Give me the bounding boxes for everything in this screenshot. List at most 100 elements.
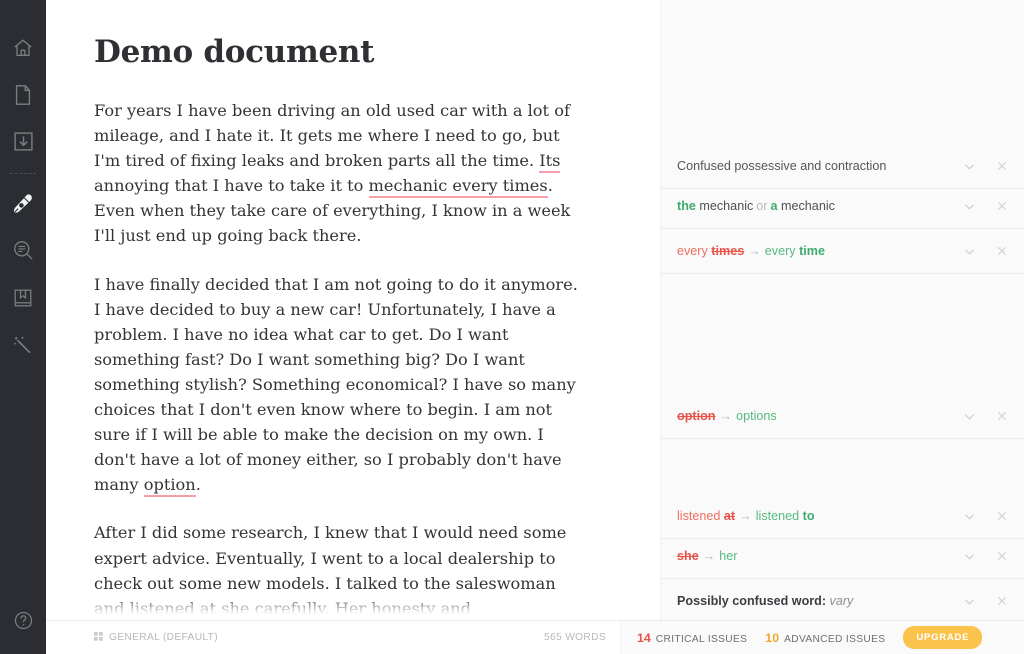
suggestion-card[interactable]: listened at → listened to	[661, 494, 1024, 539]
error-highlight[interactable]: listened at	[129, 598, 217, 621]
suggestion-token-add: a	[770, 199, 778, 213]
suggestion-token-add: time	[799, 244, 825, 258]
suggestion-token-add-plain: options	[736, 409, 777, 423]
suggestion-actions	[955, 550, 1008, 563]
status-bar-left: GENERAL (DEFAULT) 565 WORDS	[46, 621, 620, 654]
suggestion-token-del-plain: listened	[677, 509, 724, 523]
close-icon[interactable]	[995, 410, 1008, 423]
document-paragraph: I have finally decided that I am not goi…	[94, 272, 586, 498]
dictionary-icon	[12, 287, 34, 309]
critical-issues-label: CRITICAL ISSUES	[655, 633, 748, 645]
suggestion-token-neutral: mechanic	[777, 199, 835, 213]
suggestion-text: Possibly confused word: vary	[677, 594, 955, 608]
suggestion-token-add: to	[802, 509, 815, 523]
grid-icon	[94, 631, 103, 644]
error-highlight[interactable]: Its	[539, 151, 561, 174]
document-canvas[interactable]: Demo document For years I have been driv…	[46, 0, 660, 654]
suggestion-card[interactable]: the mechanic or a mechanic	[661, 184, 1024, 229]
suggestion-token-add-plain: every	[764, 244, 800, 258]
text-run: .	[195, 475, 201, 495]
suggestion-token-or: or	[756, 199, 768, 213]
suggestion-card[interactable]: Confused possessive and contraction	[661, 144, 1024, 189]
suggestion-text: listened at → listened to	[677, 509, 955, 523]
suggestion-token-neutral: mechanic	[695, 199, 754, 213]
suggestion-token-arrow: →	[748, 244, 761, 258]
suggestion-token-del: times	[711, 244, 745, 258]
chevron-down-icon[interactable]	[963, 200, 976, 213]
suggestion-actions	[955, 245, 1008, 258]
suggestion-token-arrow: →	[739, 509, 752, 523]
pen-icon	[11, 192, 35, 216]
document-body[interactable]: For years I have been driving an old use…	[94, 98, 660, 654]
nav-analysis[interactable]	[0, 227, 46, 274]
nav-write[interactable]	[0, 180, 46, 227]
suggestion-text: option → options	[677, 409, 955, 423]
writing-goal-selector[interactable]: GENERAL (DEFAULT)	[94, 631, 218, 644]
suggestion-text: every times → every time	[677, 244, 955, 258]
advanced-issues-count: 10	[765, 630, 780, 645]
home-icon	[12, 37, 34, 59]
suggestion-token-ital: vary	[829, 594, 854, 608]
suggestions-panel: Confused possessive and contraction the m…	[660, 0, 1024, 654]
nav-documents[interactable]	[0, 71, 46, 118]
left-nav-rail	[0, 0, 46, 654]
word-count: 565 WORDS	[543, 632, 606, 643]
analysis-icon	[12, 239, 35, 262]
suggestion-token-head: Confused possessive and contraction	[677, 159, 887, 173]
nav-help[interactable]	[0, 597, 46, 644]
critical-issues-count: 14	[637, 630, 651, 645]
suggestion-text: Confused possessive and contraction	[677, 159, 955, 173]
document-paragraph: For years I have been driving an old use…	[94, 98, 586, 249]
close-icon[interactable]	[995, 160, 1008, 173]
suggestion-token-del: at	[723, 509, 736, 523]
suggestion-card[interactable]: Possibly confused word: vary	[661, 579, 1024, 624]
nav-dictionary[interactable]	[0, 274, 46, 321]
suggestion-actions	[955, 595, 1008, 608]
suggestion-text: she → her	[677, 549, 955, 563]
error-highlight[interactable]: she	[221, 598, 250, 621]
close-icon[interactable]	[995, 595, 1008, 608]
close-icon[interactable]	[995, 550, 1008, 563]
suggestion-card[interactable]: every times → every time	[661, 229, 1024, 274]
suggestion-token-arrow: →	[702, 549, 716, 563]
error-highlight[interactable]: mechanic every times	[368, 176, 548, 199]
suggestion-actions	[955, 510, 1008, 523]
status-bar-right: 14 CRITICAL ISSUES 10 ADVANCED ISSUES UP…	[620, 620, 1024, 654]
close-icon[interactable]	[995, 245, 1008, 258]
nav-download[interactable]	[0, 118, 46, 165]
nav-divider	[10, 173, 36, 174]
nav-home[interactable]	[0, 24, 46, 71]
nav-magic[interactable]	[0, 321, 46, 368]
critical-issues[interactable]: 14 CRITICAL ISSUES	[637, 631, 747, 645]
suggestion-actions	[955, 410, 1008, 423]
suggestion-card[interactable]: option → options	[661, 394, 1024, 439]
suggestion-token-add: the	[677, 199, 696, 213]
suggestion-token-del: she	[677, 549, 699, 563]
magic-wand-icon	[12, 334, 34, 356]
text-run: annoying that I have to take it to	[94, 176, 369, 196]
writing-goal-label: GENERAL (DEFAULT)	[109, 632, 218, 643]
suggestion-actions	[955, 200, 1008, 213]
suggestion-card[interactable]: she → her	[661, 534, 1024, 579]
suggestion-actions	[955, 160, 1008, 173]
suggestion-token-head-b: Possibly confused word:	[677, 594, 830, 608]
status-bar: GENERAL (DEFAULT) 565 WORDS 14 CRITICAL …	[46, 620, 1024, 654]
chevron-down-icon[interactable]	[963, 245, 976, 258]
chevron-down-icon[interactable]	[963, 595, 976, 608]
close-icon[interactable]	[995, 200, 1008, 213]
document-icon	[13, 84, 33, 106]
advanced-issues[interactable]: 10 ADVANCED ISSUES	[765, 631, 885, 645]
upgrade-button[interactable]: UPGRADE	[903, 626, 983, 649]
advanced-issues-label: ADVANCED ISSUES	[784, 633, 886, 645]
text-run: For years I have been driving an old use…	[94, 101, 570, 171]
document-pane[interactable]: Demo document For years I have been driv…	[46, 0, 660, 654]
text-run: I have finally decided that I am not goi…	[94, 274, 578, 495]
chevron-down-icon[interactable]	[963, 160, 976, 173]
chevron-down-icon[interactable]	[963, 550, 976, 563]
suggestion-text: the mechanic or a mechanic	[677, 199, 955, 213]
chevron-down-icon[interactable]	[963, 510, 976, 523]
chevron-down-icon[interactable]	[963, 410, 976, 423]
suggestion-token-add-plain: listened	[755, 509, 803, 523]
close-icon[interactable]	[995, 510, 1008, 523]
error-highlight[interactable]: option	[143, 475, 196, 498]
